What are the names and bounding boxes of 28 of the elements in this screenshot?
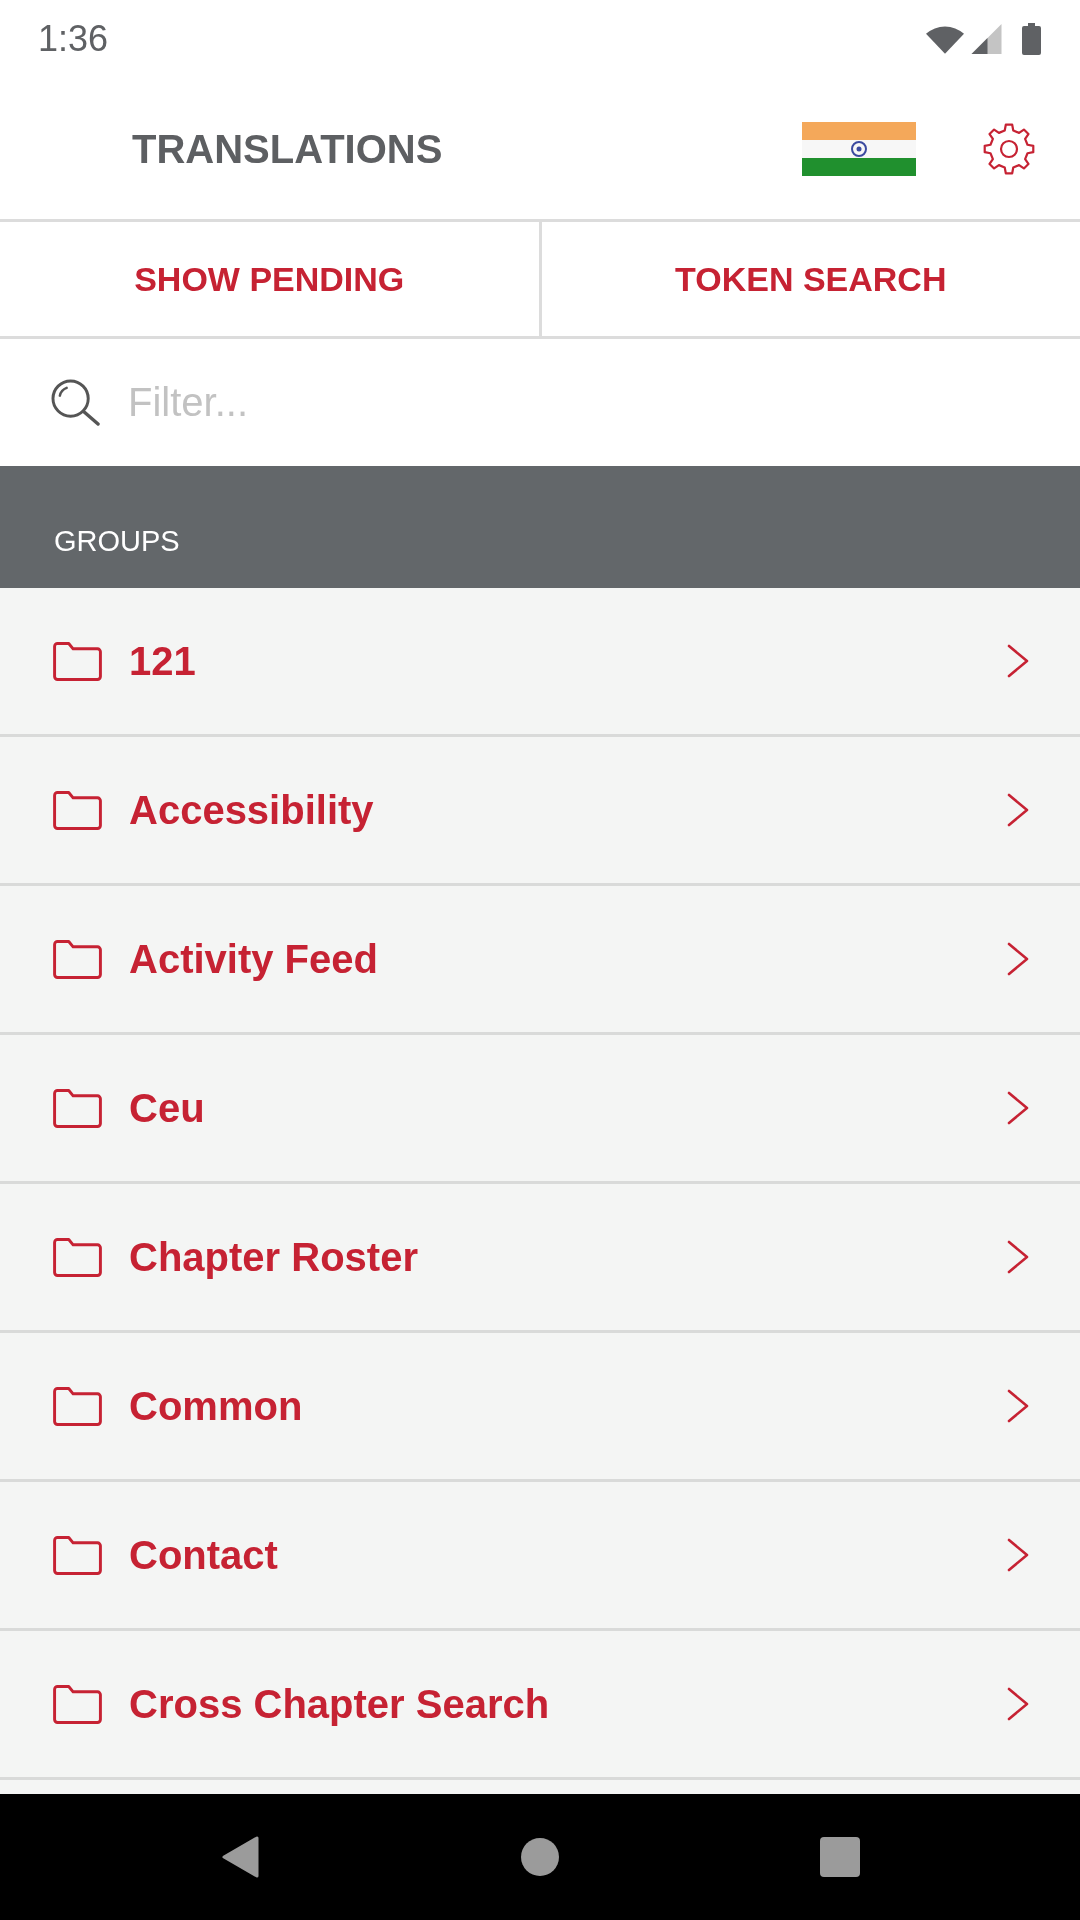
chevron-right-icon [1007, 1687, 1029, 1721]
home-icon[interactable] [521, 1838, 559, 1876]
settings-icon[interactable] [983, 122, 1035, 175]
wifi-icon [926, 24, 964, 54]
chevron-right-icon [1007, 942, 1029, 976]
folder-icon [53, 1386, 102, 1426]
page-title: TRANSLATIONS [132, 128, 444, 169]
chevron-right-icon [1007, 793, 1029, 827]
chevron-right-icon [1007, 1538, 1029, 1572]
battery-icon [1022, 23, 1041, 55]
folder-icon [53, 641, 102, 681]
flag-icon[interactable] [802, 121, 916, 176]
folder-icon [53, 1088, 102, 1128]
chevron-right-icon [1007, 1091, 1029, 1125]
chevron-right-icon [1007, 644, 1029, 678]
back-icon[interactable] [221, 1836, 259, 1878]
signal-icon [971, 24, 1002, 54]
folder-icon [53, 1237, 102, 1277]
folder-icon [53, 1535, 102, 1575]
filter-field[interactable]: Filter... [128, 370, 1040, 435]
chevron-right-icon [1007, 1389, 1029, 1423]
folder-icon [53, 939, 102, 979]
chevron-right-icon [1007, 1240, 1029, 1274]
section-heading: GROUPS [54, 526, 180, 556]
status-time: 1:36 [38, 21, 110, 57]
folder-icon [53, 790, 102, 830]
folder-icon [53, 1684, 102, 1724]
search-icon [51, 379, 100, 426]
